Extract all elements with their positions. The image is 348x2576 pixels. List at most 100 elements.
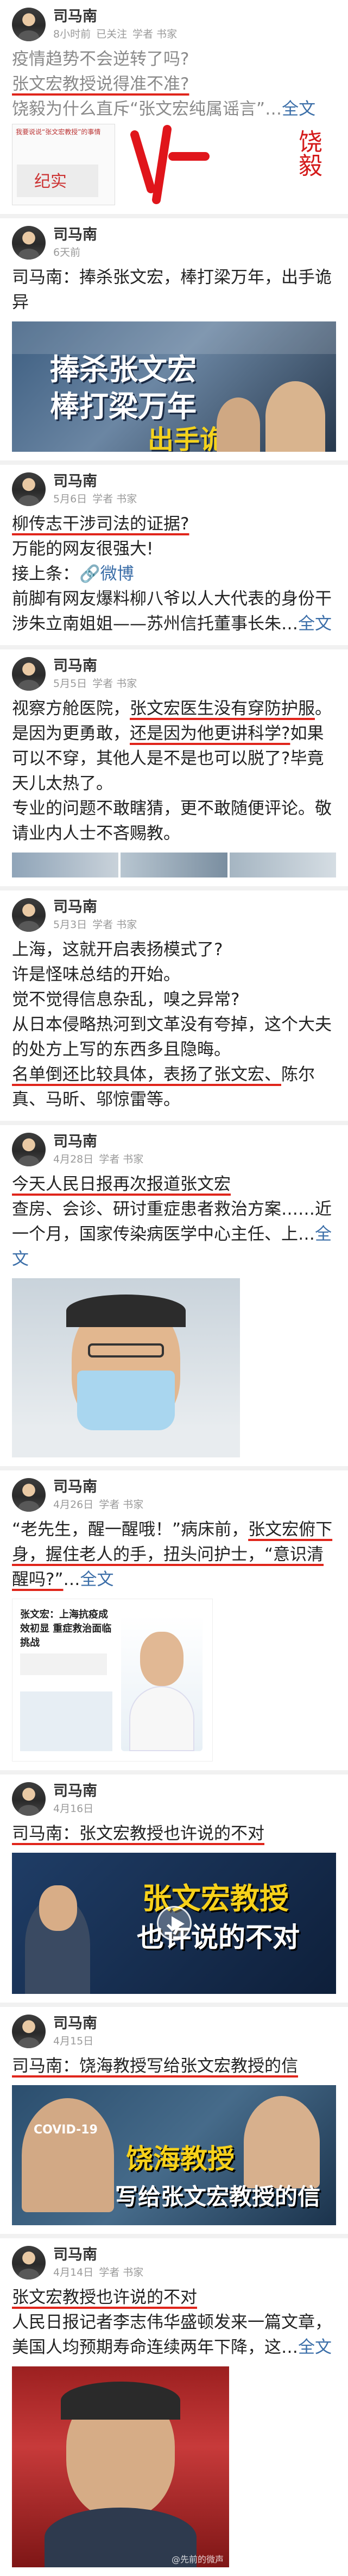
post[interactable]: 司马南 5月6日 学者 书家 柳传志干涉司法的证据? 万能的网友很强大! 接上条：… [0,465,348,645]
text-line: … [63,1570,80,1589]
portrait-figure [265,381,325,452]
video-thumbnail[interactable]: COVID-19 饶海教授 写给张文宏教授的信 [12,2085,336,2225]
text-line: 张文宏医生没有穿防护服 [130,699,315,718]
text-line: 疫情趋势不会逆转了吗? [12,49,189,69]
post-time: 4月28日 [53,1153,94,1165]
post[interactable]: 司马南 5月5日 学者 书家 视察方舱医院，张文宏医生没有穿防护服。是因为更勇敢，… [0,649,348,886]
avatar[interactable] [12,2015,46,2048]
follow-status[interactable]: 已关注 [96,28,127,40]
author-role: 学者 书家 [92,919,137,931]
post[interactable]: 司马南 8小时前 已关注 学者 书家 疫情趋势不会逆转了吗? 张文宏教授说得准不准?… [0,0,348,214]
post-text: 今天人民日报再次报道张文宏 查房、会诊、研讨重症患者救治方案……近一个月，国家传… [12,1172,336,1272]
author-name[interactable]: 司马南 [53,1478,143,1497]
text-line: “老先生，醒一醒哦！”病床前， [12,1520,249,1539]
banner-line-2: 写给张文宏教授的信 [115,2183,321,2210]
image-cursive: 饶毅 [294,129,322,177]
author-role: 学者 书家 [132,28,178,40]
author-name[interactable]: 司马南 [53,898,137,917]
play-icon[interactable] [156,1906,192,1941]
post-text: 司马南：张文宏教授也许说的不对 [12,1821,336,1846]
more-link[interactable]: 全文 [282,99,315,119]
text-line: 司马南：饶海教授写给张文宏教授的信 [12,2056,298,2076]
avatar[interactable] [12,1133,46,1166]
text-line: 查房、会诊、研讨重症患者救治方案……近一个月，国家传染病医学中心主任、上… [12,1199,332,1244]
more-link[interactable]: 全文 [298,614,332,634]
post[interactable]: 司马南 6天前 司马南：捧杀张文宏，棒打梁万年，出手诡异 捧杀张文宏 棒打梁万年… [0,218,348,460]
post-image[interactable]: 张文宏：上海抗疫成效初显 重症救治面临挑战 [12,1599,213,1761]
post[interactable]: 司马南 4月26日 学者 书家 “老先生，醒一醒哦！”病床前，张文宏俯下身，握住老… [0,1470,348,1770]
card-title: 张文宏：上海抗疫成效初显 重症救治面临挑战 [20,1609,112,1649]
post-time: 4月26日 [53,1499,94,1511]
avatar[interactable] [12,1782,46,1816]
image-caption: 我要说说“张文宏教授”的事情 [16,128,101,136]
post-image[interactable]: 我要说说“张文宏教授”的事情 纪实 饶毅 [12,124,336,205]
post-time: 4月14日 [53,2266,94,2278]
text-line: 柳传志干涉司法的证据? [12,514,189,534]
author-name[interactable]: 司马南 [53,2015,97,2033]
image-stamp: 纪实 [34,172,67,191]
avatar[interactable] [12,472,46,506]
more-link[interactable]: 全文 [298,2338,332,2357]
post-text: 张文宏教授也许说的不对 人民日报记者李志伟华盛顿发来一篇文章，美国人均预期寿命连… [12,2285,336,2360]
avatar[interactable] [12,657,46,691]
face-mask [77,1371,175,1430]
avatar[interactable] [12,2246,46,2280]
author-name[interactable]: 司马南 [53,472,137,491]
post-image[interactable]: @先前的微声 [12,2366,229,2567]
post-image[interactable] [12,1278,240,1457]
post-text: 疫情趋势不会逆转了吗? 张文宏教授说得准不准? 饶毅为什么直斥“张文宏纯属谣言”… [12,47,336,122]
post-time: 5月5日 [53,678,87,690]
author-name[interactable]: 司马南 [53,226,97,244]
text-line: 觉不觉得信息杂乱，嗅之异常? [12,990,240,1009]
post-time: 5月6日 [53,493,87,505]
video-thumbnail[interactable]: 捧杀张文宏 棒打梁万年 出手诡异 [12,321,336,452]
post[interactable]: 司马南 4月15日 司马南：饶海教授写给张文宏教授的信 COVID-19 饶海教… [0,2007,348,2234]
feed: 司马南 8小时前 已关注 学者 书家 疫情趋势不会逆转了吗? 张文宏教授说得准不准?… [0,0,348,2576]
text-line: 专业的问题不敢瞎猜，更不敢随便评论。敬请业内人士不吝赐教。 [12,799,332,843]
author-name[interactable]: 司马南 [53,1133,143,1151]
watermark: @先前的微声 [171,2554,224,2565]
text-line: 前脚有网友爆料柳八爷以人大代表的身份干涉朱立南姐姐——苏州信托董事长朱… [12,589,332,634]
post-text: 司马南：饶海教授写给张文宏教授的信 [12,2054,336,2079]
post-time: 4月15日 [53,2035,94,2047]
text-line: 人民日报记者李志伟华盛顿发来一篇文章，美国人均预期寿命连续两年下降，这… [12,2313,332,2357]
text-line: 接上条： [12,564,79,584]
avatar[interactable] [12,898,46,932]
text-line: 视察方舱医院， [12,699,130,718]
portrait-figure [244,2096,320,2188]
text-line: 司马南：张文宏教授也许说的不对 [12,1824,264,1843]
author-role: 学者 书家 [99,2266,144,2278]
post-time: 4月16日 [53,1803,94,1815]
avatar[interactable] [12,226,46,260]
post-text: 司马南：捧杀张文宏，棒打梁万年，出手诡异 [12,268,332,312]
post[interactable]: 司马南 4月16日 司马南：张文宏教授也许说的不对 张文宏教授 也许说的不对 [0,1775,348,2003]
more-link[interactable]: 全文 [80,1570,114,1589]
post-time: 5月3日 [53,919,87,931]
weibo-link[interactable]: 🔗微博 [79,564,134,584]
post-text: 上海，这就开启表扬模式了? 许是怪味总结的开始。 觉不觉得信息杂乱，嗅之异常? … [12,937,336,1112]
author-name[interactable]: 司马南 [53,2246,143,2264]
post-text: 视察方舱医院，张文宏医生没有穿防护服。是因为更勇敢，还是因为他更讲科学?如果可以… [12,696,336,846]
author-role: 学者 书家 [99,1499,144,1511]
post-text: “老先生，醒一醒哦！”病床前，张文宏俯下身，握住老人的手，扭头问护士，“意识清醒… [12,1517,336,1592]
avatar[interactable] [12,1478,46,1512]
banner-line-1: 饶海教授 [126,2143,235,2175]
text-line: 许是怪味总结的开始。 [12,965,180,984]
post[interactable]: 司马南 4月14日 学者 书家 张文宏教授也许说的不对 人民日报记者李志伟华盛顿发… [0,2238,348,2576]
avatar[interactable] [12,8,46,41]
portrait-figure [217,397,260,452]
post-time: 6天前 [53,247,81,258]
author-name[interactable]: 司马南 [53,1782,97,1801]
text-line: 上海，这就开启表扬模式了? [12,940,223,959]
author-name[interactable]: 司马南 [53,657,137,675]
post-text: 柳传志干涉司法的证据? 万能的网友很强大! 接上条：🔗微博 前脚有网友爆料柳八爷… [12,512,336,636]
video-thumbnail[interactable]: 张文宏教授 也许说的不对 [12,1853,336,1994]
post[interactable]: 司马南 5月3日 学者 书家 上海，这就开启表扬模式了? 许是怪味总结的开始。 觉… [0,891,348,1121]
post-image-strip[interactable] [12,853,336,877]
author-name[interactable]: 司马南 [53,8,177,26]
post[interactable]: 司马南 4月28日 学者 书家 今天人民日报再次报道张文宏 查房、会诊、研讨重症患… [0,1125,348,1466]
text-line: 还是因为他更讲科学? [130,724,290,743]
covid-label: COVID-19 [34,2123,98,2137]
text-line: 万能的网友很强大! [12,539,154,559]
author-role: 学者 书家 [99,1153,144,1165]
